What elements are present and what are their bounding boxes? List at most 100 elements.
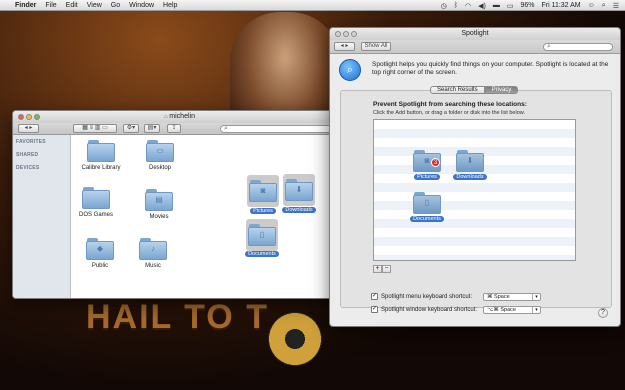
menu-shortcut-checkbox[interactable]: ✓ <box>371 293 378 300</box>
menu-shortcut-dropdown[interactable]: ⌘ Space ▾ <box>483 293 541 301</box>
menu-app-finder[interactable]: Finder <box>15 2 36 9</box>
zoom-button[interactable] <box>34 114 40 120</box>
folder-movies[interactable]: ▤ Movies <box>129 189 189 220</box>
finder-window: ⌂ michelin ◂ ▸ ▦ ≡ ▥ ▭ ⚙▾ ▤▾ ⇪ ⌕ FAVORIT… <box>12 110 347 299</box>
folder-label: Movies <box>149 214 169 220</box>
action-menu-button[interactable]: ⚙▾ <box>123 124 139 133</box>
folder-icon <box>82 187 110 209</box>
user-icon[interactable]: ☺ <box>588 2 595 9</box>
list-view-icon[interactable]: ≡ <box>90 125 94 131</box>
forward-arrow-icon[interactable]: ▸ <box>345 43 348 49</box>
battery-icon[interactable]: ▭ <box>507 2 514 10</box>
zoom-button[interactable] <box>351 31 357 37</box>
bluetooth-icon[interactable]: ᛒ <box>454 2 458 9</box>
flag-icon[interactable]: ▬ <box>493 2 500 9</box>
menu-shortcut-label: Spotlight menu keyboard shortcut: <box>381 293 473 300</box>
selected-item-documents[interactable]: Documents <box>232 249 292 257</box>
arrange-menu-button[interactable]: ▤▾ <box>144 124 160 133</box>
window-shortcut-dropdown[interactable]: ⌥⌘ Space ▾ <box>483 306 541 314</box>
excluded-locations-list[interactable]: ◙ 3 Pictures ⬇ Downloads ▯ Documents <box>373 119 576 261</box>
back-forward-buttons[interactable]: ◂ ▸ <box>334 42 355 51</box>
folder-music[interactable]: ♪ Music <box>123 238 183 269</box>
close-button[interactable] <box>335 31 341 37</box>
close-button[interactable] <box>18 114 24 120</box>
dropdown-value: ⌘ Space <box>487 294 510 300</box>
public-folder-icon: ◆ <box>86 238 114 260</box>
finder-titlebar[interactable]: ⌂ michelin <box>13 111 346 123</box>
preferences-search-input[interactable]: ⌕ <box>543 43 613 51</box>
desktop-folder-icon: ▭ <box>146 140 174 162</box>
time-machine-icon[interactable]: ◷ <box>441 2 447 10</box>
remove-location-button[interactable]: − <box>382 265 391 273</box>
dragged-label: Documents <box>410 216 444 222</box>
sidebar-heading-devices[interactable]: DEVICES <box>16 165 67 171</box>
spotlight-tabs: Search Results Privacy <box>430 86 519 94</box>
selected-item-pictures-tile[interactable]: ◙ <box>247 175 279 207</box>
forward-arrow-icon[interactable]: ▸ <box>29 125 32 131</box>
help-button[interactable]: ? <box>598 308 608 318</box>
tab-privacy[interactable]: Privacy <box>484 86 519 94</box>
coverflow-view-icon[interactable]: ▭ <box>102 125 108 131</box>
folder-calibre-library[interactable]: Calibre Library <box>71 140 131 171</box>
icon-view-icon[interactable]: ▦ <box>82 125 88 131</box>
folder-dos-games[interactable]: DOS Games <box>66 187 126 218</box>
back-forward-buttons[interactable]: ◂ ▸ <box>18 124 39 133</box>
menu-help[interactable]: Help <box>163 2 177 9</box>
pictures-folder-icon: ◙ 3 <box>413 150 441 172</box>
finder-search-input[interactable]: ⌕ <box>220 125 344 133</box>
back-arrow-icon[interactable]: ◂ <box>341 43 344 49</box>
volume-icon[interactable]: ◀) <box>478 2 486 10</box>
selected-item-downloads-tile[interactable]: ⬇ <box>283 174 315 206</box>
documents-folder-icon: ▯ <box>413 192 441 214</box>
dragged-label: Downloads <box>453 174 487 180</box>
menu-shortcut-row: ✓ Spotlight menu keyboard shortcut: <box>371 293 472 300</box>
finder-content: Calibre Library ▭ Desktop DOS Games ▤ Mo… <box>71 135 346 298</box>
sidebar-heading-shared[interactable]: SHARED <box>16 152 67 158</box>
arrange-icon: ▤▾ <box>147 125 157 131</box>
share-button[interactable]: ⇪ <box>167 124 181 133</box>
minimize-button[interactable] <box>343 31 349 37</box>
drag-count-badge: 3 <box>431 158 440 167</box>
menu-file[interactable]: File <box>45 2 56 9</box>
spotlight-description: Spotlight helps you quickly find things … <box>372 61 609 76</box>
spotlight-titlebar[interactable]: Spotlight <box>330 28 620 40</box>
downloads-folder-icon: ⬇ <box>285 179 313 201</box>
folder-label: Public <box>91 263 109 269</box>
movies-folder-icon: ▤ <box>145 189 173 211</box>
menu-view[interactable]: View <box>87 2 102 9</box>
dropdown-value: ⌥⌘ Space <box>487 307 516 313</box>
privacy-panel: Prevent Spotlight from searching these l… <box>340 90 612 308</box>
window-title: Spotlight <box>461 30 489 37</box>
documents-folder-icon: ▯ <box>248 224 276 246</box>
sidebar-heading-favorites[interactable]: FAVORITES <box>16 139 67 145</box>
menu-edit[interactable]: Edit <box>66 2 78 9</box>
view-mode-buttons[interactable]: ▦ ≡ ▥ ▭ <box>73 124 117 133</box>
window-title: michelin <box>169 113 195 120</box>
wifi-icon[interactable]: ◠ <box>465 2 471 10</box>
privacy-heading: Prevent Spotlight from searching these l… <box>373 101 527 108</box>
column-view-icon[interactable]: ▥ <box>95 125 101 131</box>
spotlight-app-icon: ⌕ <box>339 59 361 81</box>
minimize-button[interactable] <box>26 114 32 120</box>
notification-center-icon[interactable]: ☰ <box>613 2 619 10</box>
menu-go[interactable]: Go <box>111 2 120 9</box>
dragged-item-pictures[interactable]: ◙ 3 Pictures <box>407 150 447 180</box>
back-arrow-icon[interactable]: ◂ <box>25 125 28 131</box>
menu-window[interactable]: Window <box>129 2 154 9</box>
dragged-item-documents[interactable]: ▯ Documents <box>405 192 449 222</box>
wallpaper-title-art: HAIL TO T <box>86 298 269 336</box>
add-location-button[interactable]: + <box>373 265 382 273</box>
selected-item-documents-tile[interactable]: ▯ <box>246 219 278 251</box>
share-icon: ⇪ <box>171 125 177 131</box>
dragged-item-downloads[interactable]: ⬇ Downloads <box>448 150 492 180</box>
tab-search-results[interactable]: Search Results <box>430 86 485 94</box>
spotlight-search-icon[interactable]: ⌕ <box>602 2 606 10</box>
menu-clock[interactable]: Fri 11:32 AM <box>541 2 580 9</box>
window-shortcut-row: ✓ Spotlight window keyboard shortcut: <box>371 306 477 313</box>
show-all-button[interactable]: Show All <box>361 42 391 51</box>
music-folder-icon: ♪ <box>139 238 167 260</box>
window-shortcut-checkbox[interactable]: ✓ <box>371 306 378 313</box>
folder-public[interactable]: ◆ Public <box>70 238 130 269</box>
selected-item-downloads[interactable]: Downloads <box>269 205 329 213</box>
folder-desktop[interactable]: ▭ Desktop <box>130 140 190 171</box>
